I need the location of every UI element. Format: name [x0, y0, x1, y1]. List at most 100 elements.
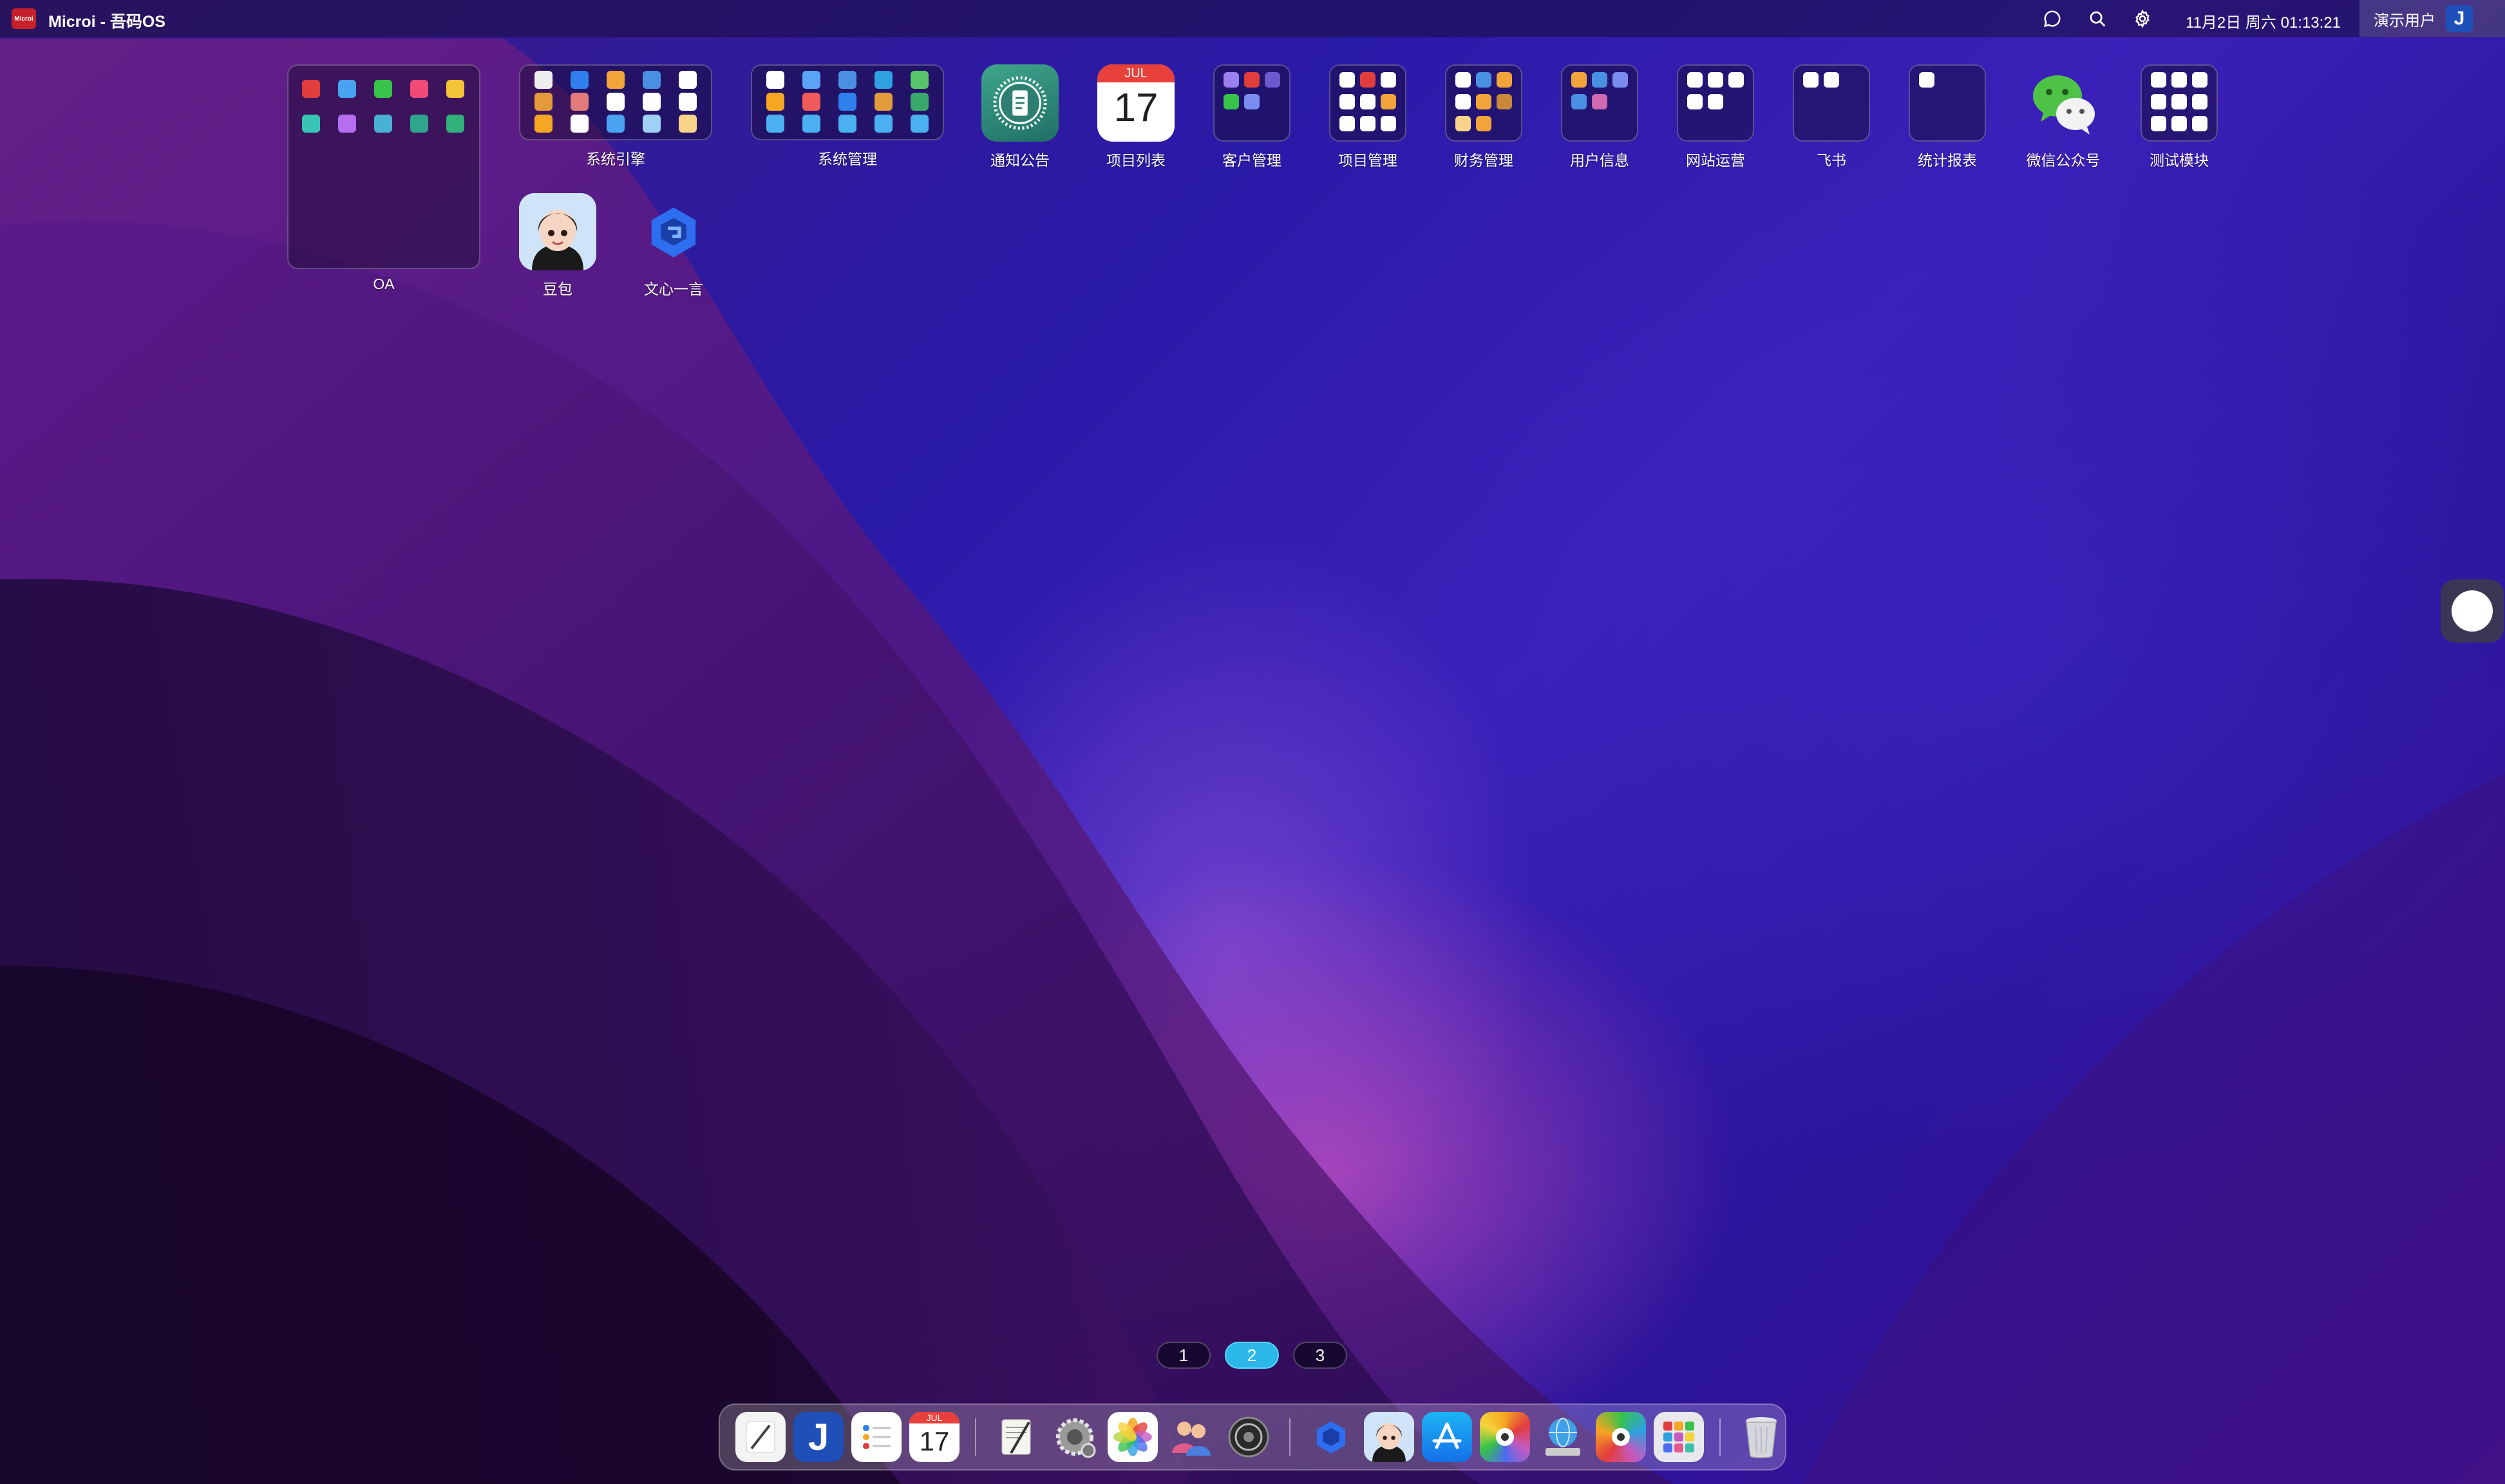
folder-mini-app-icon [1803, 72, 1819, 88]
folder-mini-app-icon [338, 80, 356, 98]
folder-user-info-label: 用户信息 [1570, 152, 1629, 169]
folder-mini-app-icon [1476, 94, 1491, 109]
users-icon[interactable] [1166, 1412, 1216, 1462]
page-button-2[interactable]: 2 [1225, 1342, 1279, 1369]
folder-mini-app-icon [410, 80, 428, 98]
folder-mini-app-icon [679, 71, 697, 89]
settings-dial-icon[interactable] [1224, 1412, 1274, 1462]
folder-mini-app-icon [302, 115, 320, 133]
app-store-icon[interactable] [1422, 1412, 1472, 1462]
folder-customer[interactable]: 客户管理 [1213, 64, 1290, 170]
assistive-touch-button[interactable] [2441, 579, 2504, 643]
folder-mini-app-icon [338, 115, 356, 133]
folder-mini-app-icon [874, 115, 893, 133]
dock-separator [975, 1418, 976, 1456]
folder-mini-app-icon [679, 115, 697, 133]
folder-mini-app-icon [571, 115, 589, 133]
folder-mini-app-icon [1728, 72, 1744, 88]
system-settings-gear-icon[interactable] [1050, 1412, 1100, 1462]
user-avatar: J [2446, 5, 2473, 32]
grid-colorful-icon[interactable] [1480, 1412, 1530, 1462]
folder-mini-app-icon [2171, 94, 2187, 109]
folder-finance-label: 财务管理 [1454, 152, 1513, 169]
dock: J JUL 17 [719, 1404, 1786, 1470]
menu-bar: Microi Microi - 吾码OS 11月2日 周六 01:13:21 演… [0, 0, 2505, 37]
folder-mini-app-icon [607, 93, 625, 111]
dock-separator [1719, 1418, 1721, 1456]
folder-feishu[interactable]: 飞书 [1793, 64, 1870, 170]
app-wechat[interactable]: 微信公众号 [2025, 64, 2102, 170]
folder-system-admin[interactable]: 系统管理 [751, 64, 944, 169]
folder-mini-app-icon [1455, 72, 1471, 88]
folder-oa-label: OA [373, 276, 395, 292]
folder-user-info-grid [1561, 64, 1638, 142]
folder-test[interactable]: 测试模块 [2141, 64, 2218, 170]
microi-app-icon[interactable]: J [793, 1412, 844, 1462]
calendar-day: 17 [1113, 86, 1158, 130]
reminders-icon[interactable] [851, 1412, 902, 1462]
folder-mini-app-icon [534, 115, 553, 133]
app-project-list-label: 项目列表 [1106, 152, 1166, 169]
folder-website-grid [1677, 64, 1754, 142]
folder-test-label: 测试模块 [2150, 152, 2209, 169]
doubao-icon[interactable] [1364, 1412, 1414, 1462]
assistive-touch-icon [2452, 590, 2493, 632]
gear-icon[interactable] [2132, 8, 2153, 30]
page-indicator: 1 2 3 [1157, 1342, 1347, 1369]
folder-mini-app-icon [838, 71, 856, 89]
folder-stats[interactable]: 统计报表 [1909, 64, 1986, 170]
notice-icon [981, 64, 1059, 142]
folder-mini-app-icon [802, 71, 820, 89]
folder-website-label: 网站运营 [1686, 152, 1745, 169]
calendar-icon[interactable]: JUL 17 [909, 1412, 959, 1462]
user-name: 演示用户 [2374, 12, 2435, 30]
folder-finance[interactable]: 财务管理 [1445, 64, 1522, 170]
folder-mini-app-icon [1360, 116, 1375, 131]
page-button-1[interactable]: 1 [1157, 1342, 1211, 1369]
folder-project[interactable]: 项目管理 [1329, 64, 1406, 170]
clock: 11月2日 周六 01:13:21 [2186, 14, 2341, 32]
folder-mini-app-icon [2192, 116, 2207, 131]
folder-mini-app-icon [1455, 94, 1471, 109]
web-globe-icon[interactable] [1538, 1412, 1588, 1462]
user-menu[interactable]: 演示用户 J [2359, 0, 2505, 37]
folder-system-engine[interactable]: 系统引擎 [519, 64, 712, 169]
microi-logo[interactable]: Microi [12, 8, 36, 29]
folder-mini-app-icon [1687, 94, 1703, 109]
chat-icon[interactable] [2041, 8, 2063, 30]
folder-mini-app-icon [1339, 116, 1355, 131]
folder-mini-app-icon [766, 93, 784, 111]
app-notice-label: 通知公告 [990, 152, 1050, 169]
folder-mini-app-icon [911, 93, 929, 111]
folder-mini-app-icon [374, 80, 392, 98]
folder-system-admin-label: 系统管理 [818, 151, 877, 167]
folder-mini-app-icon [679, 93, 697, 111]
photos-icon[interactable] [1108, 1412, 1158, 1462]
folder-user-info[interactable]: 用户信息 [1561, 64, 1638, 170]
folder-finance-grid [1445, 64, 1522, 142]
folder-mini-app-icon [1476, 72, 1491, 88]
app-doubao-label: 豆包 [543, 281, 572, 297]
app-doubao[interactable]: 豆包 [519, 193, 596, 299]
folder-mini-app-icon [446, 115, 464, 133]
folder-mini-app-icon [838, 93, 856, 111]
folder-website[interactable]: 网站运营 [1677, 64, 1754, 170]
notes-icon[interactable] [735, 1412, 786, 1462]
launchpad-icon[interactable] [1654, 1412, 1704, 1462]
folder-oa[interactable]: OA [287, 64, 480, 293]
app-wenxin[interactable]: 文心一言 [635, 193, 712, 299]
textedit-icon[interactable] [992, 1412, 1042, 1462]
wenxin-icon[interactable] [1306, 1412, 1356, 1462]
folder-mini-app-icon [1687, 72, 1703, 88]
app-notice[interactable]: 通知公告 [981, 64, 1059, 170]
page-button-3[interactable]: 3 [1293, 1342, 1347, 1369]
folder-project-label: 项目管理 [1338, 152, 1397, 169]
trash-icon[interactable] [1736, 1412, 1786, 1462]
grid-colorful-2-icon[interactable] [1596, 1412, 1646, 1462]
dock-calendar-day: 17 [919, 1426, 950, 1456]
folder-mini-app-icon [1592, 72, 1607, 88]
folder-mini-app-icon [2192, 94, 2207, 109]
app-project-list[interactable]: JUL 17 项目列表 [1097, 64, 1175, 170]
folder-customer-label: 客户管理 [1222, 152, 1281, 169]
search-icon[interactable] [2086, 8, 2108, 30]
